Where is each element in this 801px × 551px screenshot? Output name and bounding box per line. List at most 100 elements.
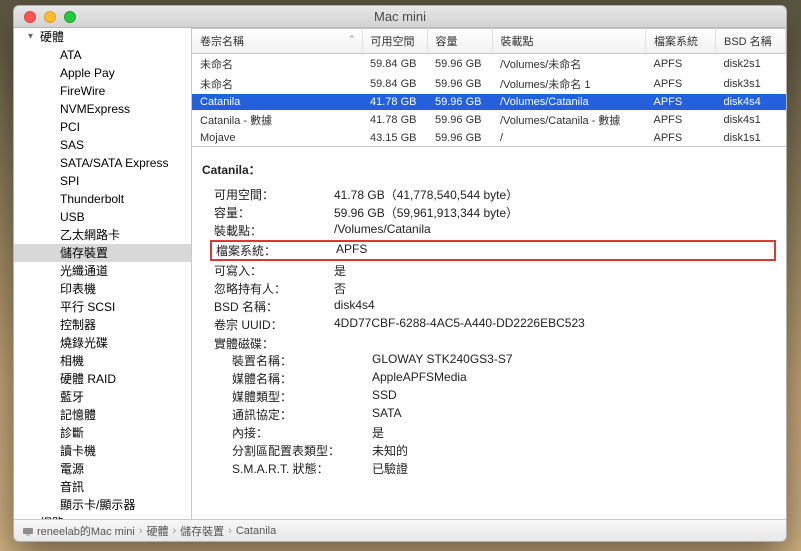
- detail-label: BSD 名稱：: [214, 298, 334, 315]
- detail-label: 裝置名稱：: [232, 352, 372, 369]
- sidebar-item[interactable]: 控制器: [14, 316, 191, 334]
- detail-value: 59.96 GB（59,961,913,344 byte）: [334, 204, 776, 221]
- sidebar-item[interactable]: 音訊: [14, 478, 191, 496]
- window-titlebar[interactable]: Mac mini: [14, 6, 786, 28]
- sidebar-item[interactable]: 乙太網路卡: [14, 226, 191, 244]
- detail-label: 通訊協定：: [232, 406, 372, 423]
- sidebar-item[interactable]: 診斷: [14, 424, 191, 442]
- sidebar-item[interactable]: USB: [14, 208, 191, 226]
- detail-value: 已驗證: [372, 460, 776, 477]
- detail-label: 媒體名稱：: [232, 370, 372, 387]
- chevron-right-icon: ›: [139, 525, 143, 537]
- table-cell: disk1s1: [716, 130, 786, 146]
- table-row[interactable]: 未命名59.84 GB59.96 GB/Volumes/未命名APFSdisk2…: [192, 54, 786, 75]
- table-cell: disk3s1: [716, 74, 786, 94]
- detail-value: disk4s4: [334, 298, 776, 315]
- col-mount[interactable]: 裝載點: [492, 29, 646, 54]
- detail-label: 可用空間：: [214, 186, 334, 203]
- sidebar-group[interactable]: 硬體: [14, 28, 191, 46]
- table-row[interactable]: 未命名59.84 GB59.96 GB/Volumes/未命名 1APFSdis…: [192, 74, 786, 94]
- table-cell: 59.96 GB: [427, 94, 492, 110]
- table-row[interactable]: Mojave43.15 GB59.96 GB/APFSdisk1s1: [192, 130, 786, 146]
- table-cell: /Volumes/Catanila: [492, 94, 646, 110]
- sidebar-item[interactable]: ATA: [14, 46, 191, 64]
- physical-disk-head: 實體磁碟：: [214, 335, 776, 352]
- detail-value: SATA: [372, 406, 776, 423]
- col-avail[interactable]: 可用空間: [362, 29, 427, 54]
- col-capacity[interactable]: 容量: [427, 29, 492, 54]
- table-cell: 59.84 GB: [362, 54, 427, 75]
- table-cell: Catanila: [192, 94, 362, 110]
- table-cell: 43.15 GB: [362, 130, 427, 146]
- sidebar-item[interactable]: PCI: [14, 118, 191, 136]
- volume-detail: Catanila： 可用空間：41.78 GB（41,778,540,544 b…: [192, 147, 786, 519]
- table-cell: /Volumes/Catanila - 數據: [492, 110, 646, 130]
- table-cell: 59.84 GB: [362, 74, 427, 94]
- sidebar-item[interactable]: 印表機: [14, 280, 191, 298]
- table-cell: 41.78 GB: [362, 94, 427, 110]
- chevron-right-icon: ›: [173, 525, 177, 537]
- sidebar-item[interactable]: NVMExpress: [14, 100, 191, 118]
- table-cell: Mojave: [192, 130, 362, 146]
- sidebar-group[interactable]: 網路: [14, 514, 191, 519]
- table-cell: 59.96 GB: [427, 74, 492, 94]
- sidebar-item[interactable]: 電源: [14, 460, 191, 478]
- table-cell: /Volumes/未命名 1: [492, 74, 646, 94]
- path-seg-3[interactable]: Catanila: [236, 525, 276, 537]
- detail-value: AppleAPFSMedia: [372, 370, 776, 387]
- sidebar-item[interactable]: SPI: [14, 172, 191, 190]
- sidebar-item[interactable]: 硬體 RAID: [14, 370, 191, 388]
- highlighted-row: 檔案系統：APFS: [210, 240, 776, 261]
- table-cell: APFS: [646, 94, 716, 110]
- path-bar[interactable]: reneelab的Mac mini › 硬體 › 儲存裝置 › Catanila: [14, 519, 786, 541]
- detail-label: 卷宗 UUID：: [214, 316, 334, 333]
- sidebar-item[interactable]: 相機: [14, 352, 191, 370]
- table-cell: 59.96 GB: [427, 110, 492, 130]
- detail-value: 未知的: [372, 442, 776, 459]
- sidebar-item[interactable]: 記憶體: [14, 406, 191, 424]
- sidebar-item[interactable]: 平行 SCSI: [14, 298, 191, 316]
- detail-value: 是: [372, 424, 776, 441]
- table-cell: APFS: [646, 130, 716, 146]
- computer-icon: [22, 527, 34, 536]
- sidebar-item[interactable]: 燒錄光碟: [14, 334, 191, 352]
- path-seg-2[interactable]: 儲存裝置: [180, 523, 224, 539]
- table-cell: 未命名: [192, 74, 362, 94]
- sidebar-item[interactable]: Thunderbolt: [14, 190, 191, 208]
- table-row[interactable]: Catanila - 數據41.78 GB59.96 GB/Volumes/Ca…: [192, 110, 786, 130]
- path-seg-0[interactable]: reneelab的Mac mini: [22, 523, 135, 539]
- category-sidebar[interactable]: 硬體ATAApple PayFireWireNVMExpressPCISASSA…: [14, 28, 192, 519]
- detail-label: 內接：: [232, 424, 372, 441]
- sidebar-item[interactable]: 顯示卡/顯示器: [14, 496, 191, 514]
- sidebar-item[interactable]: 光纖通道: [14, 262, 191, 280]
- table-cell: /Volumes/未命名: [492, 54, 646, 75]
- sidebar-item[interactable]: SAS: [14, 136, 191, 154]
- table-cell: APFS: [646, 74, 716, 94]
- detail-value: APFS: [336, 242, 770, 259]
- col-bsd[interactable]: BSD 名稱: [716, 29, 786, 54]
- detail-label: 媒體類型：: [232, 388, 372, 405]
- detail-label: 裝載點：: [214, 222, 334, 239]
- table-cell: APFS: [646, 110, 716, 130]
- detail-label: 分割區配置表類型：: [232, 442, 372, 459]
- detail-value: 否: [334, 280, 776, 297]
- sidebar-item[interactable]: Apple Pay: [14, 64, 191, 82]
- table-cell: Catanila - 數據: [192, 110, 362, 130]
- table-cell: /: [492, 130, 646, 146]
- detail-value: /Volumes/Catanila: [334, 222, 776, 239]
- detail-value: 4DD77CBF-6288-4AC5-A440-DD2226EBC523: [334, 316, 776, 333]
- path-seg-1[interactable]: 硬體: [147, 523, 169, 539]
- sidebar-item[interactable]: 藍牙: [14, 388, 191, 406]
- detail-label: S.M.A.R.T. 狀態：: [232, 460, 372, 477]
- col-fs[interactable]: 檔案系統: [646, 29, 716, 54]
- col-name[interactable]: 卷宗名稱: [192, 29, 362, 54]
- sidebar-item[interactable]: FireWire: [14, 82, 191, 100]
- table-cell: disk2s1: [716, 54, 786, 75]
- table-cell: APFS: [646, 54, 716, 75]
- sidebar-item[interactable]: 讀卡機: [14, 442, 191, 460]
- table-cell: disk4s4: [716, 94, 786, 110]
- sidebar-item[interactable]: 儲存裝置: [14, 244, 191, 262]
- sidebar-item[interactable]: SATA/SATA Express: [14, 154, 191, 172]
- table-row[interactable]: Catanila41.78 GB59.96 GB/Volumes/Catanil…: [192, 94, 786, 110]
- volumes-table[interactable]: 卷宗名稱 可用空間 容量 裝載點 檔案系統 BSD 名稱 未命名59.84 GB…: [192, 28, 786, 146]
